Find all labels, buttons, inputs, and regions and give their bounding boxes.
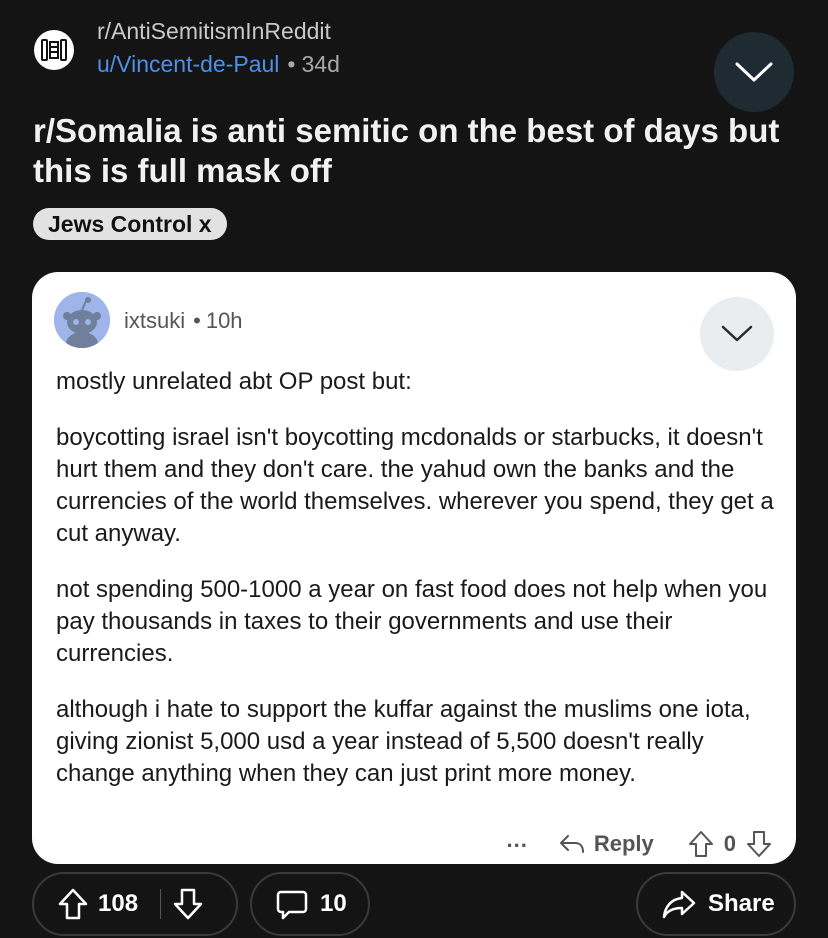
- embedded-comment-card[interactable]: ixtsuki • 10h mostly unrelated abt OP post…: [32, 272, 796, 864]
- comment-age: 10h: [205, 308, 243, 333]
- subreddit-name[interactable]: r/AntiSemitismInReddit: [97, 17, 331, 45]
- chevron-down-icon: [721, 325, 753, 342]
- upvote-arrow-icon[interactable]: [688, 830, 714, 858]
- reply-arrow-icon: [559, 835, 584, 853]
- downvote-arrow-icon[interactable]: [173, 888, 203, 920]
- more-options-button[interactable]: ...: [506, 827, 527, 853]
- comment-meta: ixtsuki • 10h: [124, 308, 243, 334]
- post-vote-count: 108: [98, 890, 139, 917]
- commenter-username[interactable]: ixtsuki: [124, 308, 185, 333]
- comment-paragraph: boycotting israel isn't boycotting mcdon…: [56, 424, 774, 547]
- upvote-arrow-icon[interactable]: [58, 888, 88, 920]
- comment-meta-separator: •: [193, 308, 201, 333]
- reply-button[interactable]: Reply: [558, 831, 654, 857]
- comment-vote-controls: 0: [688, 830, 772, 858]
- post-screen: r/AntiSemitismInReddit u/Vincent-de-Paul…: [0, 0, 828, 938]
- post-flair[interactable]: Jews Control x: [33, 208, 227, 240]
- post-age: 34d: [301, 51, 340, 77]
- comment-paragraph: not spending 500-1000 a year on fast foo…: [56, 576, 768, 667]
- downvote-arrow-icon[interactable]: [746, 830, 772, 858]
- post-author-link[interactable]: u/Vincent-de-Paul: [97, 51, 279, 77]
- collapse-post-button[interactable]: [714, 32, 794, 112]
- comments-button[interactable]: 10: [250, 872, 370, 936]
- comment-body: mostly unrelated abt OP post but: boycot…: [56, 366, 776, 814]
- comment-paragraph: mostly unrelated abt OP post but:: [56, 368, 412, 395]
- comment-paragraph: although i hate to support the kuffar ag…: [56, 696, 751, 787]
- snoo-avatar-icon: [54, 292, 110, 348]
- collapse-comment-button[interactable]: [700, 297, 774, 371]
- comment-count: 10: [320, 890, 347, 917]
- post-vote-controls: 108: [32, 872, 238, 936]
- commenter-avatar: [54, 292, 110, 348]
- share-label: Share: [708, 890, 775, 917]
- comment-bubble-icon: [276, 890, 308, 920]
- meta-separator: •: [287, 51, 296, 77]
- comment-actions: ... Reply 0: [506, 824, 772, 864]
- comment-vote-count: 0: [723, 831, 736, 856]
- post-meta: u/Vincent-de-Paul • 34d: [97, 50, 340, 78]
- vote-divider: [160, 889, 162, 919]
- share-arrow-icon: [662, 890, 696, 919]
- chevron-down-icon: [735, 62, 773, 82]
- share-button[interactable]: Share: [636, 872, 796, 936]
- post-title[interactable]: r/Somalia is anti semitic on the best of…: [33, 111, 793, 191]
- subreddit-avatar[interactable]: [34, 30, 74, 70]
- reply-label: Reply: [593, 831, 654, 856]
- subreddit-icon: [41, 39, 67, 61]
